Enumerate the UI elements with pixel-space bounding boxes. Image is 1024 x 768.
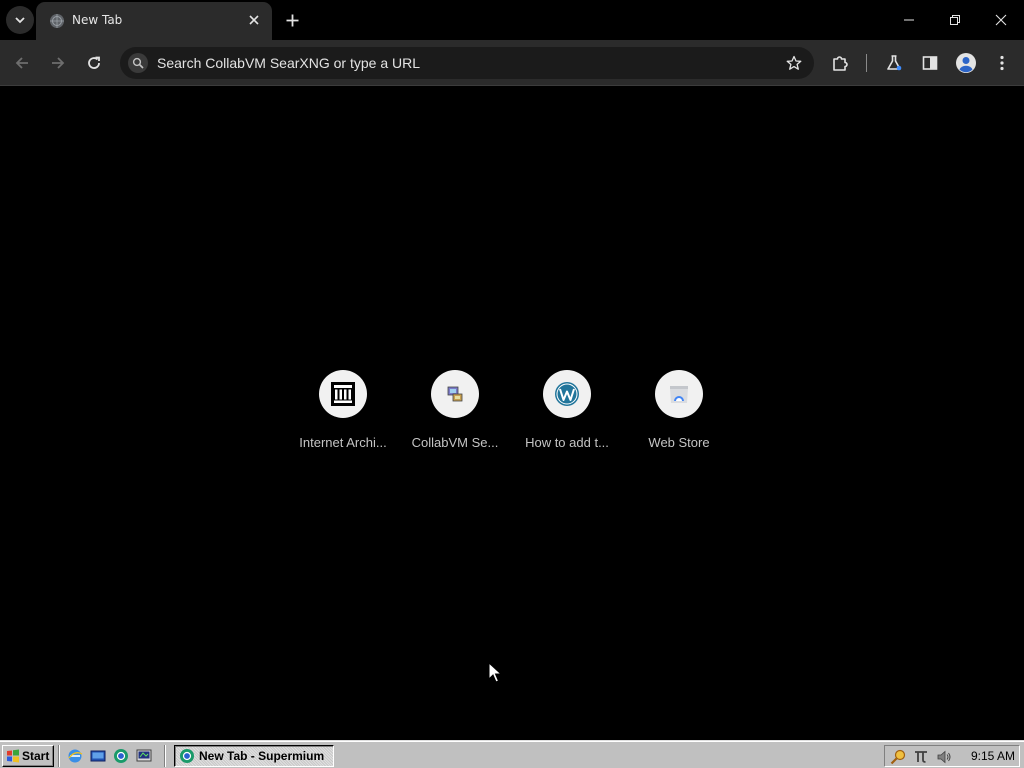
close-icon [995, 14, 1007, 26]
shortcut-label: CollabVM Se... [411, 435, 499, 450]
forward-button[interactable] [44, 49, 72, 77]
minimize-button[interactable] [886, 0, 932, 40]
taskbar-divider [58, 745, 60, 767]
chevron-down-icon [15, 17, 25, 24]
shortcut-tile [655, 370, 703, 418]
omnibox[interactable] [120, 47, 814, 79]
wordpress-icon [555, 382, 579, 406]
restore-icon [950, 15, 960, 25]
task-button-label: New Tab - Supermium [199, 749, 325, 763]
quick-launch-supermium[interactable] [112, 747, 130, 765]
reload-button[interactable] [80, 49, 108, 77]
supermium-icon [180, 749, 194, 763]
internet-explorer-icon [68, 749, 83, 763]
tray-volume[interactable] [935, 748, 953, 766]
address-input[interactable] [157, 47, 757, 79]
tab-search-button[interactable] [6, 6, 34, 34]
tray-search[interactable] [889, 748, 907, 766]
new-tab-page: Internet Archi... CollabVM Se... How to … [0, 87, 1024, 740]
collabvm-searxng-icon [447, 386, 463, 402]
shortcut-grid: Internet Archi... CollabVM Se... How to … [287, 357, 735, 457]
shortcut-collabvm-searxng[interactable]: CollabVM Se... [399, 357, 511, 457]
back-button[interactable] [8, 49, 36, 77]
bookmark-button[interactable] [784, 53, 804, 73]
tab-new-tab[interactable]: New Tab [36, 2, 272, 40]
system-tray: 9:15 AM [884, 745, 1020, 767]
shortcut-tile [431, 370, 479, 418]
shortcut-label: Web Store [648, 435, 710, 450]
internet-archive-icon [331, 382, 355, 406]
tab-title: New Tab [72, 13, 123, 27]
shortcut-internet-archive[interactable]: Internet Archi... [287, 357, 399, 457]
start-button[interactable]: Start [2, 745, 54, 767]
close-icon [249, 15, 259, 25]
shortcut-tile [543, 370, 591, 418]
browser-menu-button[interactable] [988, 49, 1016, 77]
supermium-icon [114, 749, 128, 763]
browser-toolbar [0, 40, 1024, 86]
minimize-icon [904, 19, 914, 21]
toolbar-separator [866, 54, 867, 72]
tab-close-button[interactable] [244, 10, 264, 30]
taskbar: Start New Tab - Supermium 9:15 AM [0, 740, 1024, 768]
search-tray-icon [890, 749, 906, 765]
tray-network[interactable] [912, 748, 930, 766]
side-panel-button[interactable] [916, 49, 944, 77]
channels-icon [136, 749, 152, 762]
mouse-cursor-icon [488, 662, 502, 683]
plus-icon [286, 14, 298, 26]
star-icon [786, 55, 802, 70]
taskbar-clock[interactable]: 9:15 AM [971, 749, 1015, 763]
kebab-menu-icon [1000, 55, 1004, 71]
puzzle-icon [833, 56, 848, 71]
start-label: Start [22, 749, 50, 763]
show-desktop-icon [90, 750, 106, 762]
site-info-icon[interactable] [128, 53, 148, 73]
back-arrow-icon [15, 57, 28, 69]
searxng-icon [132, 57, 144, 69]
volume-icon [937, 750, 951, 764]
shortcut-label: Internet Archi... [299, 435, 387, 450]
profile-button[interactable] [952, 49, 980, 77]
quick-launch-desktop[interactable] [89, 747, 107, 765]
windows-logo-icon [7, 749, 19, 763]
profile-icon [956, 53, 976, 73]
network-tray-icon [915, 751, 927, 763]
taskbar-divider [164, 745, 166, 767]
shortcut-label: How to add t... [525, 435, 609, 450]
shortcut-wordpress[interactable]: How to add t... [511, 357, 623, 457]
shortcut-web-store[interactable]: Web Store [623, 357, 735, 457]
reload-icon [88, 56, 100, 69]
forward-arrow-icon [52, 57, 65, 69]
new-tab-button[interactable] [280, 8, 304, 32]
quick-launch-ie[interactable] [66, 747, 84, 765]
tab-strip: New Tab [0, 0, 1024, 40]
globe-icon [50, 14, 64, 28]
extensions-button[interactable] [826, 49, 854, 77]
quick-launch-channels[interactable] [135, 747, 153, 765]
shortcut-tile [319, 370, 367, 418]
close-window-button[interactable] [978, 0, 1024, 40]
web-store-icon [670, 386, 688, 403]
flask-icon [887, 55, 902, 71]
labs-button[interactable] [880, 49, 908, 77]
restore-button[interactable] [932, 0, 978, 40]
task-button-supermium[interactable]: New Tab - Supermium [174, 745, 334, 767]
side-panel-icon [922, 56, 938, 70]
